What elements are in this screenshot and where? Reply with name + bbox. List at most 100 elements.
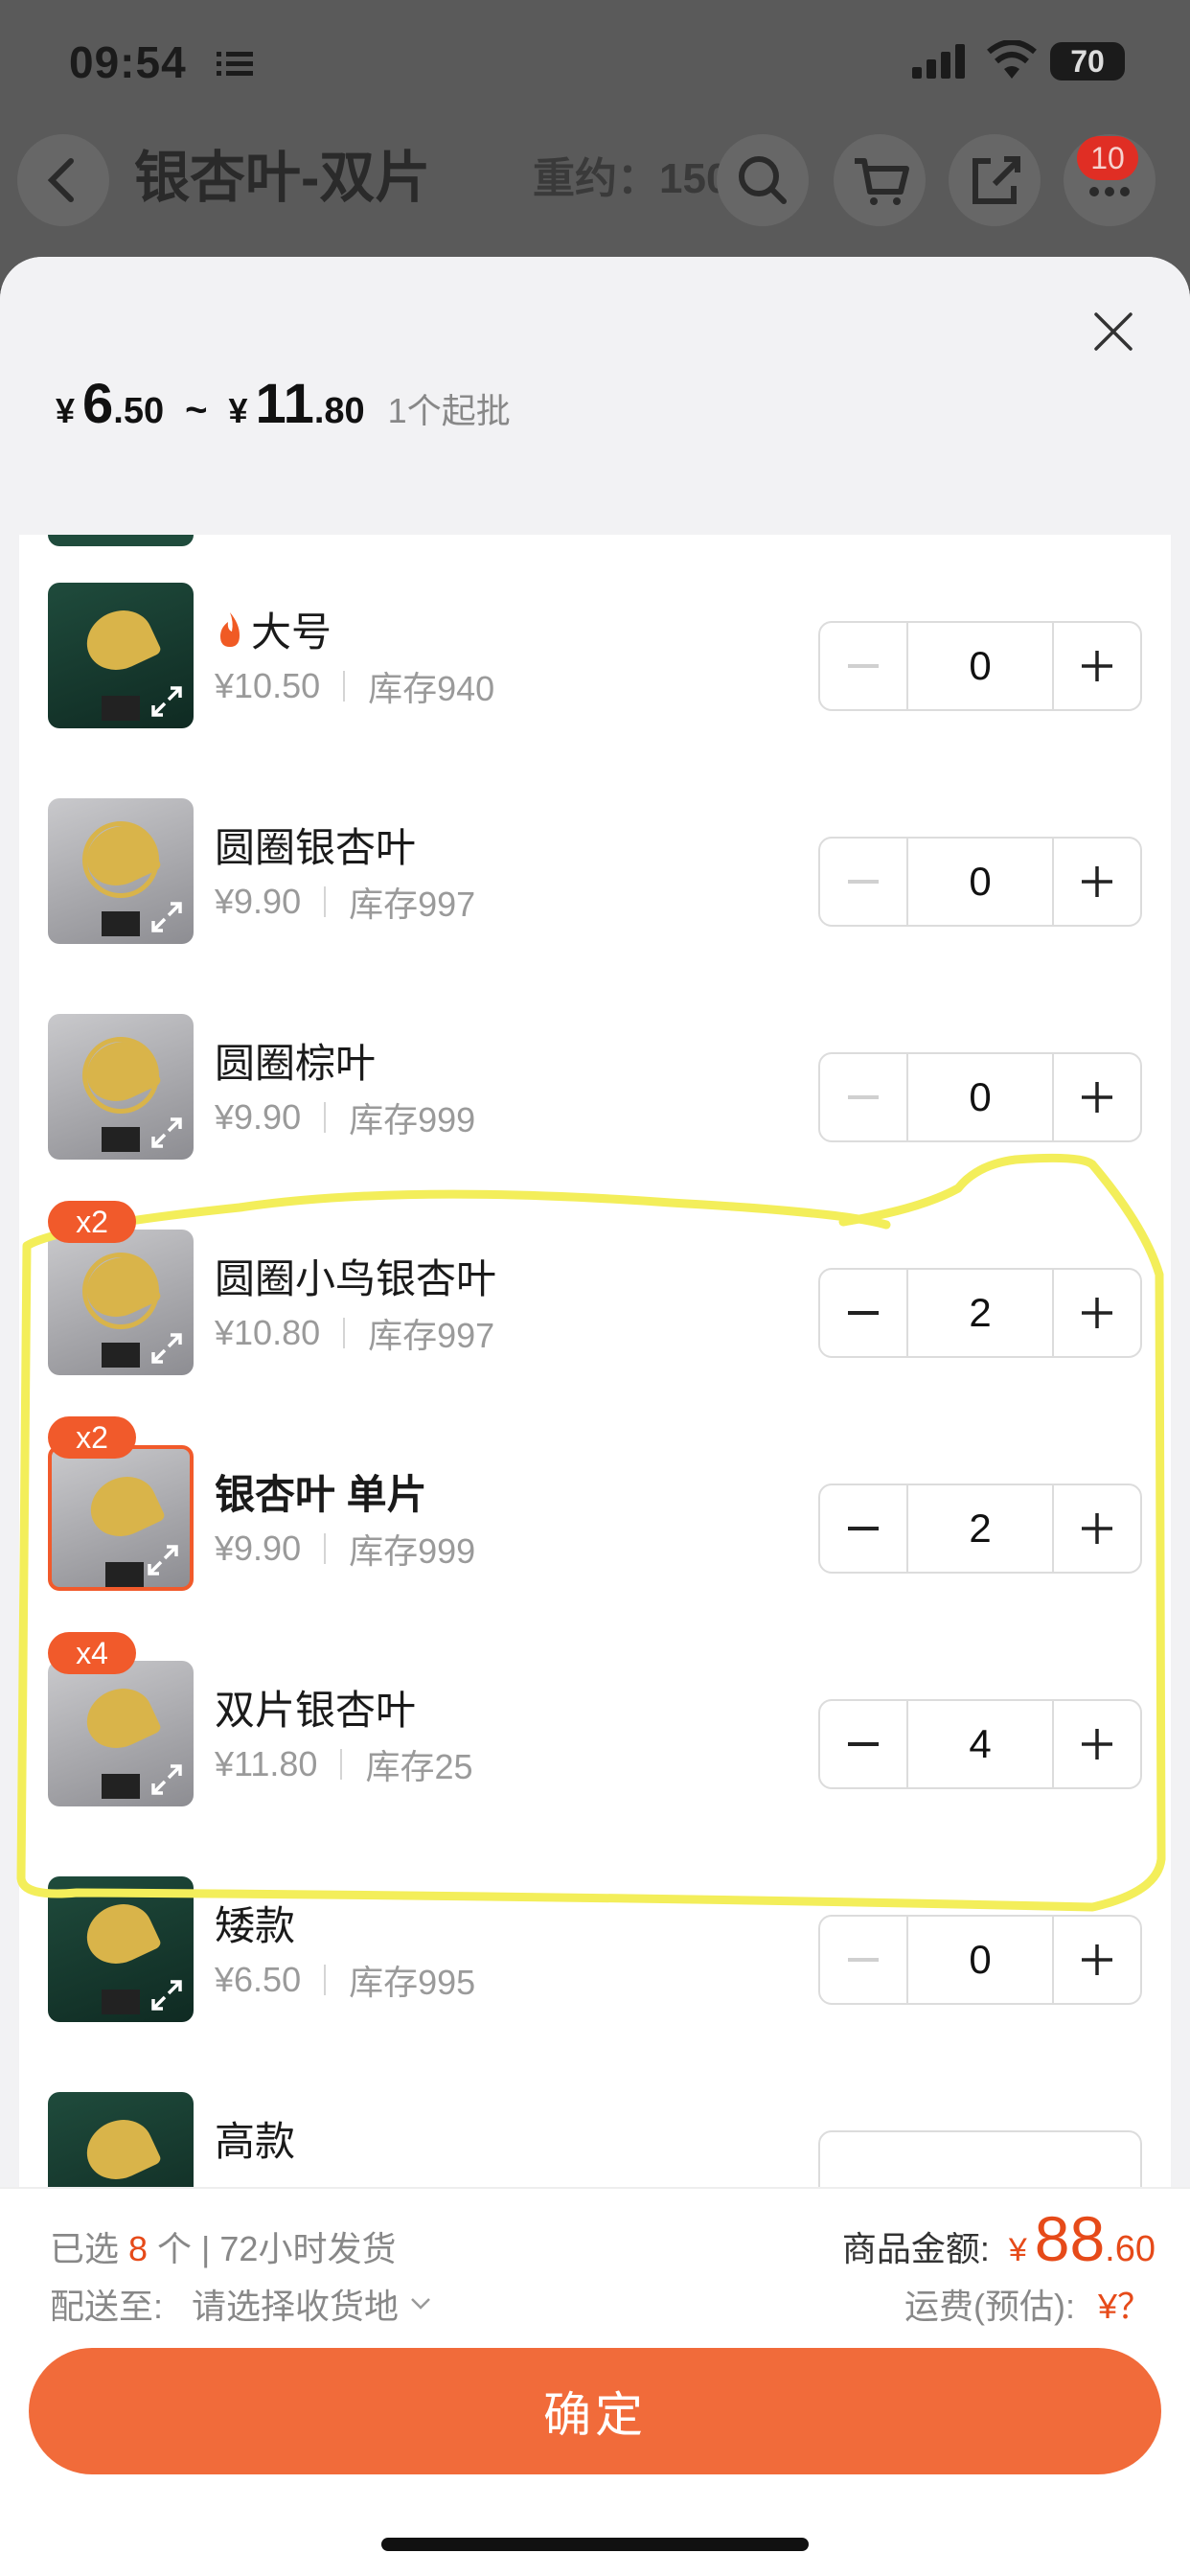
stand-base-shape (102, 1343, 140, 1368)
min-order-label: 1个起批 (387, 391, 511, 430)
decrease-button[interactable] (820, 1054, 906, 1140)
sku-thumbnail[interactable] (48, 1014, 194, 1160)
sku-meta: ¥9.90 库存997 (215, 877, 475, 927)
increase-button[interactable] (1054, 1701, 1140, 1787)
stand-base-shape (102, 696, 140, 721)
max-price-dec: .80 (313, 391, 365, 431)
sku-name: 大号 (215, 600, 332, 658)
sku-name-text: 圆圈小鸟银杏叶 (215, 1256, 497, 1301)
min-price-dec: .50 (113, 391, 165, 431)
sku-thumbnail[interactable] (48, 2092, 194, 2193)
cart-count-badge: 10 (1077, 136, 1138, 180)
quantity-stepper[interactable]: 0 (818, 1915, 1142, 2005)
expand-icon[interactable] (148, 898, 186, 936)
expand-icon[interactable] (148, 1976, 186, 2014)
close-icon[interactable] (1088, 307, 1138, 356)
quantity-stepper[interactable]: 4 (818, 1699, 1142, 1789)
battery-indicator: 70 (1050, 42, 1125, 80)
quantity-value[interactable]: 0 (906, 839, 1054, 925)
increase-button[interactable] (1054, 1054, 1140, 1140)
cart-icon (855, 158, 909, 205)
search-button[interactable] (717, 134, 809, 226)
expand-icon[interactable] (148, 682, 186, 721)
sku-row[interactable]: 高款 (19, 2044, 1171, 2193)
price-tilde: ~ (185, 389, 208, 431)
decrease-button[interactable] (820, 623, 906, 709)
cart-button[interactable] (834, 134, 926, 226)
sku-row[interactable]: x2 银杏叶 单片 ¥9.90 库存999 2 (19, 1397, 1171, 1613)
plus-icon (1082, 651, 1112, 681)
sku-thumbnail[interactable] (48, 1445, 194, 1591)
sku-thumbnail[interactable] (48, 583, 194, 728)
expand-icon[interactable] (148, 1114, 186, 1152)
share-icon (973, 156, 1020, 204)
currency-symbol: ¥ (228, 391, 248, 430)
sku-name-text: 圆圈棕叶 (215, 1041, 377, 1086)
stand-base-shape (105, 1562, 144, 1587)
quantity-stepper[interactable]: 2 (818, 1484, 1142, 1574)
currency-symbol: ¥ (56, 391, 76, 430)
quantity-value[interactable]: 2 (906, 1270, 1054, 1356)
increase-button[interactable] (1054, 839, 1140, 925)
minus-icon (848, 1095, 879, 1099)
sku-price: ¥10.80 (215, 1313, 321, 1352)
background-page: 09:54 70 银杏叶-双片 重约：150g 10 (0, 0, 1190, 288)
plus-icon (1082, 1513, 1112, 1544)
decrease-button[interactable] (820, 839, 906, 925)
sku-row[interactable]: 圆圈银杏叶 ¥9.90 库存997 0 (19, 750, 1171, 966)
sku-name: 双片银杏叶 (215, 1678, 416, 1736)
sku-name-text: 双片银杏叶 (215, 1688, 417, 1733)
sku-name: 圆圈银杏叶 (215, 816, 416, 874)
sku-thumbnail[interactable] (48, 798, 194, 944)
stand-base-shape (102, 1990, 140, 2014)
ship-to-selector[interactable]: 配送至: 请选择收货地 (50, 2279, 435, 2329)
back-button[interactable] (17, 134, 109, 226)
quantity-stepper[interactable]: 2 (818, 1268, 1142, 1358)
quantity-value[interactable]: 2 (906, 1485, 1054, 1572)
confirm-button[interactable]: 确定 (29, 2348, 1161, 2474)
expand-icon[interactable] (144, 1541, 182, 1579)
sku-row[interactable]: 大号 ¥10.50 库存940 0 (19, 535, 1171, 750)
decrease-button[interactable] (820, 1485, 906, 1572)
sku-row[interactable]: x4 双片银杏叶 ¥11.80 库存25 4 (19, 1613, 1171, 1828)
decrease-button[interactable] (820, 1701, 906, 1787)
sku-stock: 库存25 (365, 1747, 473, 1786)
quantity-value[interactable]: 0 (906, 1917, 1054, 2003)
quantity-value[interactable]: 0 (906, 1054, 1054, 1140)
expand-icon[interactable] (148, 1760, 186, 1799)
status-time: 09:54 (69, 37, 187, 87)
quantity-stepper[interactable]: 0 (818, 621, 1142, 711)
sku-thumbnail[interactable] (48, 1661, 194, 1806)
sku-list[interactable]: 大号 ¥10.50 库存940 0 圆圈银杏叶 ¥9.90 库存997 0 圆圈棕叶 ¥9.90 库… (19, 535, 1171, 2193)
quantity-stepper[interactable] (818, 2130, 1142, 2193)
sku-row[interactable]: 矮款 ¥6.50 库存995 0 (19, 1828, 1171, 2044)
increase-button[interactable] (1054, 1917, 1140, 2003)
freight-value: ¥？ (1097, 2287, 1152, 2326)
quantity-stepper[interactable]: 0 (818, 1052, 1142, 1142)
quantity-value[interactable]: 0 (906, 623, 1054, 709)
ginkgo-leaf-shape (80, 1466, 167, 1547)
home-indicator (381, 2538, 809, 2551)
increase-button[interactable] (1054, 1485, 1140, 1572)
freight-estimate: 运费(预估): ¥？ (904, 2279, 1152, 2329)
ship-to-value[interactable]: 请选择收货地 (192, 2279, 399, 2329)
sku-thumbnail[interactable] (48, 1876, 194, 2022)
min-price-int: 6 (82, 373, 114, 435)
sku-row[interactable]: x2 圆圈小鸟银杏叶 ¥10.80 库存997 2 (19, 1182, 1171, 1397)
increase-button[interactable] (1054, 1270, 1140, 1356)
plus-icon (1082, 1082, 1112, 1113)
expand-icon[interactable] (148, 1329, 186, 1368)
share-button[interactable] (949, 134, 1041, 226)
signal-icon (912, 44, 965, 79)
sku-row[interactable]: 圆圈棕叶 ¥9.90 库存999 0 (19, 966, 1171, 1182)
sku-thumbnail[interactable] (48, 1230, 194, 1375)
sku-meta: ¥11.80 库存25 (215, 1739, 472, 1789)
price-range: ¥ 6 .50 ~ ¥ 11 .80 1个起批 (56, 372, 511, 436)
decrease-button[interactable] (820, 1270, 906, 1356)
sku-name-text: 圆圈银杏叶 (215, 825, 417, 870)
decrease-button[interactable] (820, 1917, 906, 2003)
quantity-value[interactable]: 4 (906, 1701, 1054, 1787)
increase-button[interactable] (1054, 623, 1140, 709)
quantity-stepper[interactable]: 0 (818, 837, 1142, 927)
sku-price: ¥10.50 (215, 666, 321, 705)
